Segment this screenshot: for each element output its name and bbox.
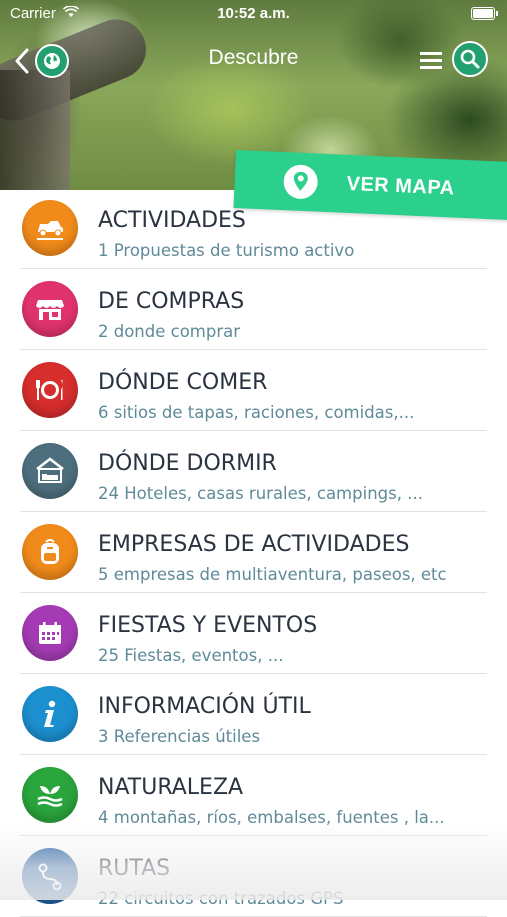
category-name: NATURALEZA [98, 775, 244, 800]
list-item[interactable]: DE COMPRAS 2 donde comprar [20, 269, 487, 350]
backpack-icon [41, 539, 59, 564]
shop-icon [36, 300, 64, 320]
hamburger-menu-icon[interactable] [418, 48, 444, 72]
category-name: ACTIVIDADES [98, 208, 246, 233]
search-button[interactable] [452, 41, 488, 77]
category-icon-circle [22, 605, 78, 661]
category-name: DE COMPRAS [98, 289, 245, 314]
category-description: 22 circuitos con trazados GPS [98, 889, 344, 908]
battery-icon [471, 7, 498, 20]
leaf-icon [37, 786, 63, 807]
search-icon [460, 49, 480, 69]
list-item[interactable]: DÓNDE COMER 6 sitios de tapas, raciones,… [20, 350, 487, 431]
route-icon [38, 863, 62, 891]
category-icon-circle [22, 281, 78, 337]
list-item[interactable]: FIESTAS Y EVENTOS 25 Fiestas, eventos, .… [20, 593, 487, 674]
info-icon [44, 700, 56, 727]
clock: 10:52 a.m. [217, 5, 290, 22]
category-name: FIESTAS Y EVENTOS [98, 613, 318, 638]
category-description: 5 empresas de multiaventura, paseos, etc [98, 565, 447, 584]
category-description: 3 Referencias útiles [98, 727, 261, 746]
category-name: RUTAS [98, 856, 171, 881]
category-description: 24 Hoteles, casas rurales, campings, ... [98, 484, 423, 503]
category-name: EMPRESAS DE ACTIVIDADES [98, 532, 410, 557]
navigation-bar: Descubre [0, 36, 507, 86]
plate-icon [36, 380, 63, 400]
list-item[interactable]: RUTAS 22 circuitos con trazados GPS [20, 836, 487, 917]
category-icon-circle [22, 362, 78, 418]
status-bar: Carrier 10:52 a.m. [0, 0, 507, 28]
category-description: 1 Propuestas de turismo activo [98, 241, 355, 260]
category-list: ACTIVIDADES 1 Propuestas de turismo acti… [0, 188, 507, 917]
category-name: DÓNDE COMER [98, 370, 268, 395]
list-item[interactable]: EMPRESAS DE ACTIVIDADES 5 empresas de mu… [20, 512, 487, 593]
category-icon-circle [22, 848, 78, 904]
calendar-icon [39, 622, 61, 644]
category-description: 2 donde comprar [98, 322, 241, 341]
car-icon [37, 221, 63, 240]
category-name: INFORMACIÓN ÚTIL [98, 694, 311, 719]
category-description: 4 montañas, ríos, embalses, fuentes , la… [98, 808, 445, 827]
header-trunk [0, 70, 70, 190]
category-icon-circle [22, 200, 78, 256]
category-description: 6 sitios de tapas, raciones, comidas,... [98, 403, 415, 422]
bed-icon [36, 457, 64, 483]
category-icon-circle [22, 524, 78, 580]
list-item[interactable]: DÓNDE DORMIR 24 Hoteles, casas rurales, … [20, 431, 487, 512]
category-description: 25 Fiestas, eventos, ... [98, 646, 284, 665]
list-item[interactable]: INFORMACIÓN ÚTIL 3 Referencias útiles [20, 674, 487, 755]
list-item[interactable]: NATURALEZA 4 montañas, ríos, embalses, f… [20, 755, 487, 836]
category-icon-circle [22, 686, 78, 742]
category-name: DÓNDE DORMIR [98, 451, 277, 476]
list-item[interactable]: ACTIVIDADES 1 Propuestas de turismo acti… [20, 188, 487, 269]
category-icon-circle [22, 767, 78, 823]
category-icon-circle [22, 443, 78, 499]
